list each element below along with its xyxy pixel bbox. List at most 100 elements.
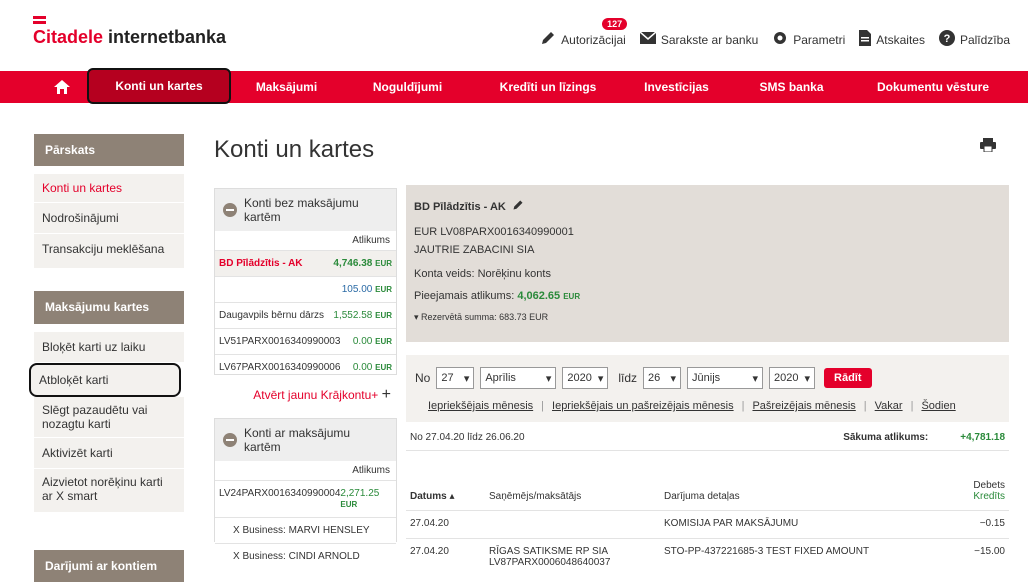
quick-prev-current-month[interactable]: Iepriekšējais un pašreizējais mēnesis (552, 400, 734, 412)
tx-party-account: LV87PARX0006048640037 (489, 557, 611, 568)
account-balance: 0.00 (352, 362, 373, 373)
top-links: Autorizācijai 127 Sarakste ar banku Para… (540, 18, 1010, 49)
authorizations-link[interactable]: Autorizācijai 127 (540, 18, 628, 49)
sidebar-item-close-lost-card[interactable]: Slēgt pazaudētu vai nozagtu karti (34, 397, 184, 438)
account-details: BD Pīlādzītis - AK EUR LV08PARX001634099… (406, 185, 1009, 342)
card-row[interactable]: X Business: CINDI ARNOLD (215, 543, 396, 569)
messages-link[interactable]: Sarakste ar banku (639, 31, 758, 47)
nav-loans[interactable]: Kredīti un līzings (473, 80, 623, 94)
dropdown-arrow-icon: ▾ (670, 372, 677, 385)
sidebar-item-unblock-card[interactable]: Atbloķēt karti (29, 363, 181, 397)
dropdown-arrow-icon: ▾ (597, 372, 604, 385)
show-button[interactable]: Rādīt (824, 368, 872, 388)
quick-periods: Iepriekšējais mēnesis | Iepriekšējais un … (428, 400, 956, 412)
sidebar-item-transaction-search[interactable]: Transakciju meklēšana (34, 234, 184, 269)
account-row[interactable]: 105.00 EUR (215, 276, 396, 302)
available-label: Pieejamais atlikums: (414, 290, 515, 302)
date-column-header[interactable]: Datums ▴ (410, 491, 489, 502)
currency: EUR (340, 500, 358, 509)
from-year-select[interactable]: 2020 ▾ (562, 367, 609, 389)
account-iban: EUR LV08PARX0016340990001 (414, 226, 574, 238)
home-icon[interactable] (36, 80, 88, 94)
table-row[interactable]: 27.04.20 RĪGAS SATIKSME RP SIA LV87PARX00… (406, 538, 1009, 568)
currency: EUR (375, 337, 392, 346)
balance-column-label: Atlikums (352, 235, 390, 246)
separator: | (863, 400, 867, 412)
account-row[interactable]: LV51PARX0016340990003 0.00 EUR (215, 328, 396, 354)
accounts-without-cards-panel: Konti bez maksājumu kartēm Atlikums BD P… (214, 188, 397, 375)
account-row[interactable]: Daugavpils bērnu dārzs 1,552.58 EUR (215, 302, 396, 328)
account-balance: 1,552.58 (333, 310, 373, 321)
account-owner: JAUTRIE ZABACINI SIA (414, 244, 535, 256)
nav-sms-bank[interactable]: SMS banka (730, 80, 853, 94)
date-filter-row: No 27 ▾ Aprīlis ▾ 2020 ▾ līdz 26 ▾ Jūnijs ▾ 2… (415, 367, 872, 389)
sidebar-item-replace-card[interactable]: Aizvietot norēķinu karti ar X smart (34, 469, 184, 513)
reserved-amount-toggle[interactable]: ▾ Rezervētā summa: 683.73 EUR (414, 312, 1001, 323)
available-currency: EUR (563, 292, 581, 301)
statement-period: No 27.04.20 līdz 26.06.20 (410, 432, 525, 443)
account-row[interactable]: BD Pīlādzītis - AK 4,746.38 EUR (215, 250, 396, 276)
separator: | (741, 400, 745, 412)
from-day-select[interactable]: 27 ▾ (436, 367, 475, 389)
to-year-select[interactable]: 2020 ▾ (769, 367, 816, 389)
sidebar-item-block-card[interactable]: Bloķēt karti uz laiku (34, 332, 184, 363)
reports-link[interactable]: Atskaites (859, 30, 925, 49)
account-balance: 4,746.38 (333, 258, 373, 269)
nav-investments[interactable]: Investīcijas (623, 80, 730, 94)
sidebar-item-accounts-cards[interactable]: Konti un kartes (34, 174, 184, 203)
to-month-select[interactable]: Jūnijs ▾ (687, 367, 764, 389)
transactions-table: No 27.04.20 līdz 26.06.20 Sākuma atlikum… (406, 426, 1009, 568)
available-amount: 4,062.65 (517, 290, 561, 302)
available-balance: Pieejamais atlikums: 4,062.65 EUR (414, 290, 1001, 302)
account-row[interactable]: LV24PARX0016340990004 2,271.25 EUR (215, 480, 396, 517)
separator: | (910, 400, 914, 412)
quick-today[interactable]: Šodien (921, 400, 955, 412)
details-column-header: Darījuma detaļas (664, 491, 740, 502)
help-icon: ? (938, 30, 955, 49)
currency: EUR (375, 285, 392, 294)
to-label: līdz (618, 371, 638, 385)
credit-header: Kredīts (973, 491, 1005, 502)
quick-prev-month[interactable]: Iepriekšējais mēnesis (428, 400, 533, 412)
reserved-label: Rezervētā summa: 683.73 EUR (421, 312, 549, 322)
tx-amount: −15.00 (974, 546, 1005, 557)
settings-link[interactable]: Parametri (772, 30, 845, 49)
currency: EUR (375, 311, 392, 320)
card-row[interactable]: X Business: MARVI HENSLEY (215, 517, 396, 543)
dropdown-arrow-icon: ▾ (463, 372, 470, 385)
help-label: Palīdzība (959, 32, 1010, 47)
quick-yesterday[interactable]: Vakar (875, 400, 903, 412)
help-link[interactable]: ? Palīdzība (938, 30, 1010, 49)
from-month-value: Aprīlis (485, 372, 516, 384)
account-row[interactable]: LV67PARX0016340990006 0.00 EUR (215, 354, 396, 380)
nav-payments[interactable]: Maksājumi (231, 80, 342, 94)
account-type: Konta veids: Norēķinu konts (414, 268, 551, 280)
open-savings-link[interactable]: Atvērt jaunu Krājkontu+ + (214, 380, 397, 410)
logo[interactable]: Citadele internetbanka (33, 16, 226, 48)
currency: EUR (375, 363, 392, 372)
settings-label: Parametri (793, 32, 846, 47)
nav-deposits[interactable]: Noguldījumi (342, 80, 473, 94)
print-icon[interactable] (980, 138, 996, 155)
panel-title: Konti ar maksājumu kartēm (244, 426, 351, 454)
nav-accounts-cards[interactable]: Konti un kartes (87, 68, 231, 104)
reports-label: Atskaites (876, 32, 925, 47)
start-balance-amount: +4,781.18 (960, 432, 1005, 443)
sidebar-cards-head: Maksājumu kartes (34, 291, 184, 324)
panel-header[interactable]: Konti bez maksājumu kartēm (215, 189, 396, 231)
collapse-icon (223, 203, 237, 217)
currency: EUR (375, 259, 392, 268)
sidebar-item-collateral[interactable]: Nodrošinājumi (34, 203, 184, 234)
edit-icon[interactable] (512, 199, 524, 214)
table-row[interactable]: 27.04.20 KOMISIJA PAR MAKSĀJUMU −0.15 (406, 510, 1009, 538)
svg-text:?: ? (944, 33, 951, 45)
account-title: BD Pīlādzītis - AK (414, 200, 506, 213)
to-day-select[interactable]: 26 ▾ (643, 367, 682, 389)
nav-document-history[interactable]: Dokumentu vēsture (853, 80, 1013, 94)
panel-header[interactable]: Konti ar maksājumu kartēm (215, 419, 396, 461)
quick-current-month[interactable]: Pašreizējais mēnesis (752, 400, 855, 412)
sidebar-item-activate-card[interactable]: Aktivizēt karti (34, 438, 184, 469)
from-month-select[interactable]: Aprīlis ▾ (480, 367, 557, 389)
account-details-title: BD Pīlādzītis - AK (414, 199, 1001, 214)
tx-details: KOMISIJA PAR MAKSĀJUMU (664, 518, 799, 529)
